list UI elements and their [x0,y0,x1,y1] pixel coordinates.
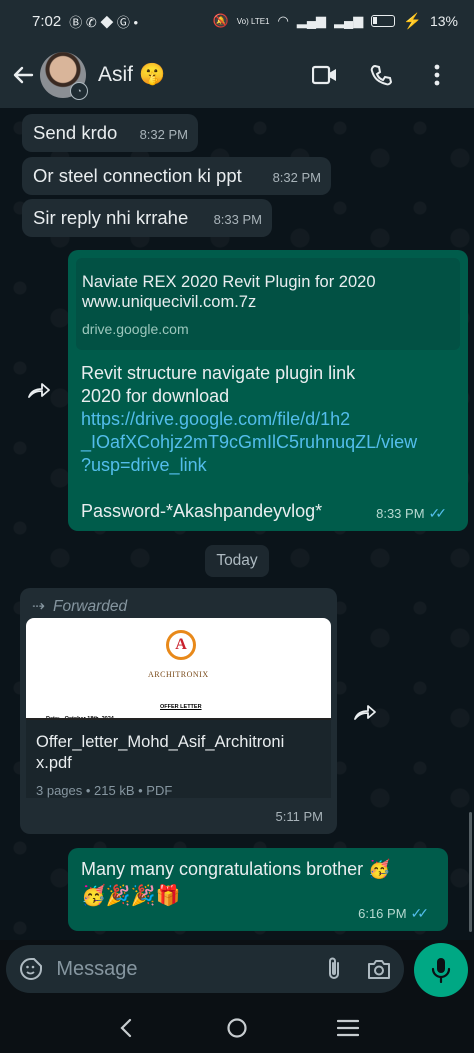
signal-icon-2: ▂▄▆ [334,13,364,28]
voice-call-icon[interactable] [368,62,394,88]
emoji-sticker-icon[interactable] [18,955,44,983]
avatar[interactable]: ◔ [40,52,88,100]
nav-back-icon[interactable] [111,1013,141,1043]
document-message-bubble[interactable]: ⇢ Forwarded A ARCHITRONIX OFFER LETTER D… [20,588,337,834]
message-text: Send krdo [33,122,118,143]
message-time: 8:33 PM [376,506,425,521]
contact-emoji: 🤫 [139,63,166,86]
message-time: 5:11 PM [275,809,323,824]
forwarded-icon: ⇢ [32,598,45,615]
read-ticks-icon: ✓✓ [410,905,430,921]
video-call-icon[interactable] [312,62,338,88]
message-input[interactable] [56,957,322,981]
message-time: 8:32 PM [139,127,188,142]
status-time: 7:02 [32,12,62,30]
contact-name-text: Asif [98,63,134,86]
battery-icon [371,15,396,27]
link-preview-domain: drive.google.com [82,321,189,337]
forward-button[interactable] [20,370,60,410]
document-meta: 3 pages • 215 kB • PDF [36,783,173,798]
message-link-line: _IOafXCohjz2mT9cGmIlC5ruhnuqZL/view [81,432,418,452]
chat-header: ◔ Asif 🤫 [0,42,474,108]
wifi-icon: ◠ [277,13,289,28]
charging-icon: ⚡ [403,13,422,30]
document-file-name: Offer_letter_Mohd_Asif_Architroni x.pdf [36,732,321,774]
network-label: Vo) LTE1 [236,16,270,26]
message-text: Sir reply nhi krrahe [33,207,189,228]
notification-icons: Ⓑ ✆ ◆ Ⓖ • [69,14,139,30]
link-preview-title: Naviate REX 2020 Revit Plugin for 2020 w… [82,273,376,311]
message-bubble[interactable]: Naviate REX 2020 Revit Plugin for 2020 w… [68,250,468,531]
battery-percent: 13% [429,13,458,29]
mic-icon [431,958,451,983]
document-logo-icon: A [166,630,196,660]
system-nav-bar [0,1003,474,1053]
forwarded-label: Forwarded [53,598,128,615]
message-time: 8:33 PM [213,212,262,227]
contact-name[interactable]: Asif 🤫 [98,63,165,87]
back-arrow-icon[interactable] [10,62,36,88]
mute-icon: 🔕 [212,13,229,28]
message-bubble[interactable]: Many many congratulations brother 🥳 🥳🎉🎉🎁… [68,848,448,931]
attach-icon[interactable] [321,955,347,983]
day-divider: Today [205,545,269,577]
link-preview[interactable]: Naviate REX 2020 Revit Plugin for 2020 w… [76,258,460,350]
status-bar: 7:02 Ⓑ ✆ ◆ Ⓖ • 🔕 Vo) LTE1 ◠ ▂▄▆ ▂▄▆ ⚡ 13… [0,0,474,42]
document-info[interactable]: Offer_letter_Mohd_Asif_Architroni x.pdf … [26,720,331,798]
message-text: Or steel connection ki ppt [33,165,242,186]
message-text: Many many congratulations brother 🥳 [81,859,391,879]
document-brand: ARCHITRONIX [148,670,209,679]
document-file-name-line: x.pdf [36,754,72,772]
message-time: 8:32 PM [272,170,321,185]
document-file-name-line: Offer_letter_Mohd_Asif_Architroni [36,733,285,751]
more-options-icon[interactable] [424,62,450,88]
scrollbar[interactable] [469,812,472,932]
camera-icon[interactable] [366,955,392,983]
mic-button[interactable] [414,943,468,997]
status-ring-icon: ◔ [70,82,88,100]
signal-icon: ▂▄▆ [296,13,327,28]
document-heading: OFFER LETTER [160,704,202,710]
message-input-bar [6,945,404,993]
message-time: 6:16 PM [358,906,407,921]
message-bubble[interactable]: Sir reply nhi krrahe 8:33 PM [22,199,272,237]
nav-recents-icon[interactable] [333,1013,363,1043]
message-link-line: https://drive.google.com/file/d/1h2 [81,409,351,429]
nav-home-icon[interactable] [222,1013,252,1043]
read-ticks-icon: ✓✓ [428,505,448,521]
forward-button[interactable] [346,692,386,732]
message-link[interactable]: https://drive.google.com/file/d/1h2 _IOa… [81,408,461,477]
message-text-line: Revit structure navigate plugin link [81,363,356,383]
message-text-line: 2020 for download [81,386,230,406]
message-bubble[interactable]: Or steel connection ki ppt 8:32 PM [22,157,331,195]
message-link-line: ?usp=drive_link [81,455,207,475]
message-bubble[interactable]: Send krdo 8:32 PM [22,114,198,152]
document-thumbnail[interactable]: A ARCHITRONIX OFFER LETTER Date: - Octob… [26,618,331,720]
